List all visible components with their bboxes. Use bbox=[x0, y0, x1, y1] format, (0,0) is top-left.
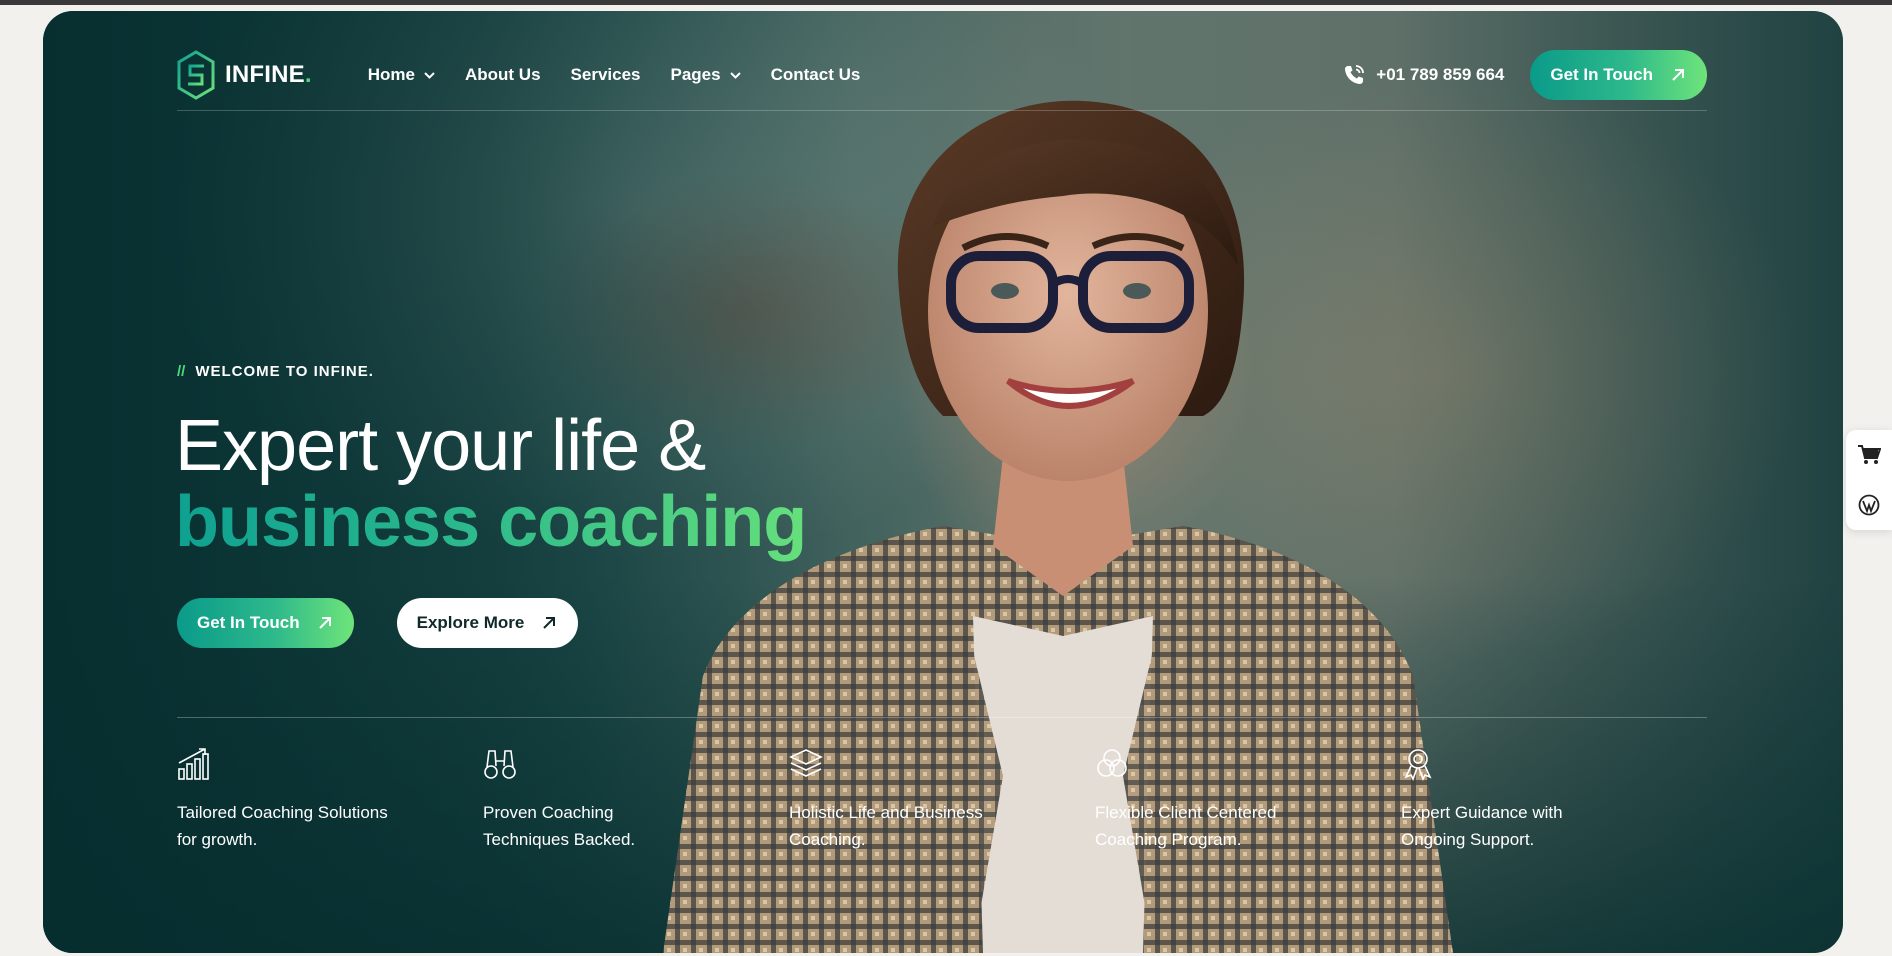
chevron-down-icon bbox=[729, 71, 741, 79]
nav-item-label: Contact Us bbox=[770, 65, 861, 84]
eyebrow-slash: // bbox=[177, 363, 186, 380]
wordpress-icon[interactable] bbox=[1858, 494, 1880, 516]
phone-link[interactable]: +01 789 859 664 bbox=[1342, 63, 1504, 87]
feature-item: Tailored Coaching Solutions for growth. bbox=[177, 747, 483, 853]
nav-item-about-us[interactable]: About Us bbox=[465, 65, 541, 85]
logo-text: INFINE. bbox=[225, 61, 312, 88]
binoculars-icon bbox=[484, 750, 516, 779]
feature-text: Proven Coaching Techniques Backed. bbox=[483, 803, 636, 849]
header-divider bbox=[177, 110, 1707, 111]
feature-item: Flexible Client Centered Coaching Progra… bbox=[1095, 747, 1401, 853]
nav-item-label: Home bbox=[367, 65, 415, 84]
feature-item: Expert Guidance with Ongoing Support. bbox=[1401, 747, 1707, 853]
feature-text: Tailored Coaching Solutions for growth. bbox=[177, 803, 388, 849]
nav-item-services[interactable]: Services bbox=[571, 65, 641, 85]
nav-item-label: About Us bbox=[464, 65, 541, 84]
phone-icon bbox=[1345, 65, 1365, 84]
arrow-up-right-icon bbox=[1672, 69, 1684, 81]
growth-chart-icon bbox=[178, 748, 209, 780]
browser-top-border bbox=[0, 0, 1892, 5]
award-icon bbox=[1404, 749, 1432, 781]
cart-icon[interactable] bbox=[1857, 444, 1881, 466]
explore-more-button[interactable]: Explore More bbox=[396, 598, 579, 648]
logo[interactable]: INFINE. bbox=[177, 50, 312, 100]
nav-item-home[interactable]: Home bbox=[368, 65, 435, 85]
rings-icon bbox=[1097, 749, 1127, 777]
eyebrow-text: WELCOME TO INFINE. bbox=[195, 363, 374, 380]
chevron-down-icon bbox=[424, 71, 435, 79]
hero-cta-row: Get In Touch Explore More bbox=[177, 598, 579, 648]
hero-headline-line2: business coaching bbox=[175, 482, 807, 562]
hero-section: INFINE. Home About Us Services Pages Con… bbox=[43, 11, 1843, 953]
hero-headline-line1: Expert your life & bbox=[175, 406, 706, 486]
button-label: Get In Touch bbox=[1550, 65, 1653, 84]
side-widget bbox=[1846, 430, 1892, 530]
nav-item-label: Services bbox=[570, 65, 641, 84]
logo-icon bbox=[177, 50, 215, 100]
features-divider bbox=[177, 717, 1707, 718]
arrow-up-right-icon bbox=[543, 617, 556, 629]
features-list: Tailored Coaching Solutions for growth. … bbox=[177, 747, 1707, 853]
button-label: Get In Touch bbox=[197, 613, 300, 632]
layers-icon bbox=[789, 749, 823, 777]
feature-text: Expert Guidance with Ongoing Support. bbox=[1401, 803, 1563, 849]
nav-item-contact-us[interactable]: Contact Us bbox=[771, 65, 861, 85]
header-actions: +01 789 859 664 Get In Touch bbox=[1342, 50, 1707, 100]
main-nav: Home About Us Services Pages Contact Us bbox=[368, 65, 861, 85]
hero-eyebrow: // WELCOME TO INFINE. bbox=[177, 363, 374, 380]
feature-text: Holistic Life and Business Coaching. bbox=[789, 803, 983, 849]
nav-item-pages[interactable]: Pages bbox=[670, 65, 741, 85]
hero-get-in-touch-button[interactable]: Get In Touch bbox=[177, 598, 354, 648]
phone-number: +01 789 859 664 bbox=[1376, 65, 1505, 84]
feature-item: Holistic Life and Business Coaching. bbox=[789, 747, 1095, 853]
arrow-up-right-icon bbox=[318, 617, 331, 629]
header-get-in-touch-button[interactable]: Get In Touch bbox=[1530, 50, 1707, 100]
button-label: Explore More bbox=[416, 613, 525, 632]
feature-text: Flexible Client Centered Coaching Progra… bbox=[1095, 803, 1277, 849]
site-header: INFINE. Home About Us Services Pages Con… bbox=[177, 37, 1707, 113]
nav-item-label: Pages bbox=[670, 65, 721, 84]
feature-item: Proven Coaching Techniques Backed. bbox=[483, 747, 789, 853]
